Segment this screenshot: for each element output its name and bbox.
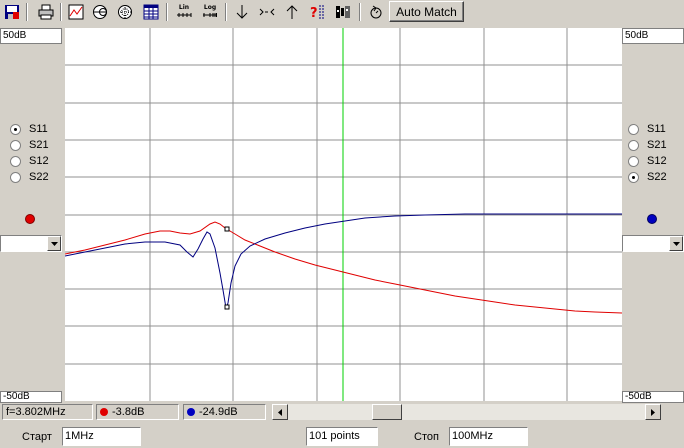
marker2-value: -24.9dB <box>199 406 238 418</box>
svg-text:?: ? <box>310 6 318 20</box>
toolbar-separator <box>166 3 168 21</box>
calibrate-icon[interactable] <box>333 2 353 22</box>
left-radio-label: S22 <box>29 171 49 183</box>
radio-dot[interactable] <box>628 171 639 183</box>
right-radio-label: S12 <box>647 155 667 167</box>
frequency-scrollbar[interactable] <box>272 404 661 420</box>
toolbar-separator <box>26 3 28 21</box>
start-label: Старт <box>22 431 52 443</box>
radio-dot[interactable] <box>628 155 639 167</box>
start-field[interactable]: 1MHz <box>62 427 141 446</box>
radio-dot[interactable] <box>10 155 21 167</box>
s11-marker[interactable] <box>224 226 230 232</box>
right-trace-color-dot <box>647 214 657 224</box>
right-trace-combo[interactable] <box>622 235 684 252</box>
radio-dot[interactable] <box>10 123 21 135</box>
toolbar: Lin Log ? Auto Match <box>0 0 684 24</box>
zoom-fit-icon[interactable] <box>257 2 277 22</box>
frequency-readout: f=3.802MHz <box>2 404 93 420</box>
left-trace-combo[interactable] <box>0 235 62 252</box>
marker2-readout: -24.9dB <box>183 404 266 420</box>
left-sparam-group: S11 S21 S12 S22 <box>10 121 49 185</box>
left-radio-s21[interactable]: S21 <box>10 137 49 153</box>
scroll-left-icon[interactable] <box>272 404 288 420</box>
left-panel: 50dB S11 S21 S12 S22 -50dB <box>0 28 62 403</box>
help-icon[interactable]: ? <box>307 2 327 22</box>
lin-scale-button[interactable]: Lin <box>174 2 194 22</box>
right-radio-s11[interactable]: S11 <box>628 121 667 137</box>
right-radio-label: S21 <box>647 139 667 151</box>
chevron-down-icon[interactable] <box>669 236 683 251</box>
toolbar-separator <box>60 3 62 21</box>
marker1-readout: -3.8dB <box>96 404 179 420</box>
save-icon[interactable] <box>2 2 22 22</box>
radio-dot[interactable] <box>10 171 21 183</box>
auto-match-button[interactable]: Auto Match <box>389 1 464 22</box>
scroll-right-icon[interactable] <box>645 404 661 420</box>
right-radio-label: S22 <box>647 171 667 183</box>
stop-label: Стоп <box>414 431 439 443</box>
radio-dot[interactable] <box>628 139 639 151</box>
left-bottom-ref[interactable]: -50dB <box>0 391 62 403</box>
right-bottom-ref[interactable]: -50dB <box>622 391 684 403</box>
left-radio-s22[interactable]: S22 <box>10 169 49 185</box>
right-radio-s22[interactable]: S22 <box>628 169 667 185</box>
left-radio-label: S21 <box>29 139 49 151</box>
s22-marker[interactable] <box>224 304 230 310</box>
log-scale-button[interactable]: Log <box>200 2 220 22</box>
marker-up-icon[interactable] <box>282 2 302 22</box>
plot-svg[interactable] <box>64 28 623 401</box>
right-radio-s12[interactable]: S12 <box>628 153 667 169</box>
right-top-ref[interactable]: 50dB <box>622 28 684 44</box>
left-radio-label: S11 <box>29 123 48 135</box>
chevron-down-icon[interactable] <box>47 236 61 251</box>
marker-down-icon[interactable] <box>232 2 252 22</box>
right-sparam-group: S11 S21 S12 S22 <box>628 121 667 185</box>
radio-dot[interactable] <box>10 139 21 151</box>
stop-field[interactable]: 100MHz <box>449 427 528 446</box>
left-radio-s11[interactable]: S11 <box>10 121 49 137</box>
left-radio-s12[interactable]: S12 <box>10 153 49 169</box>
left-top-ref[interactable]: 50dB <box>0 28 62 44</box>
print-icon[interactable] <box>36 2 56 22</box>
marker1-value: -3.8dB <box>112 406 145 418</box>
red-dot-icon <box>100 408 108 416</box>
table-icon[interactable] <box>141 2 161 22</box>
polar-chart-icon[interactable] <box>115 2 135 22</box>
refresh-icon[interactable] <box>366 2 386 22</box>
right-radio-label: S11 <box>647 123 666 135</box>
smith-chart-icon[interactable] <box>90 2 110 22</box>
right-panel: 50dB S11 S21 S12 S22 -50dB <box>622 28 684 403</box>
toolbar-separator <box>225 3 227 21</box>
plot-area[interactable] <box>64 28 623 401</box>
radio-dot[interactable] <box>628 123 639 135</box>
right-radio-s21[interactable]: S21 <box>628 137 667 153</box>
left-radio-label: S12 <box>29 155 49 167</box>
left-trace-color-dot <box>25 214 35 224</box>
blue-dot-icon <box>187 408 195 416</box>
points-field[interactable]: 101 points <box>306 427 378 446</box>
scroll-thumb[interactable] <box>372 404 402 420</box>
chart-view-icon[interactable] <box>66 2 86 22</box>
toolbar-separator <box>359 3 361 21</box>
